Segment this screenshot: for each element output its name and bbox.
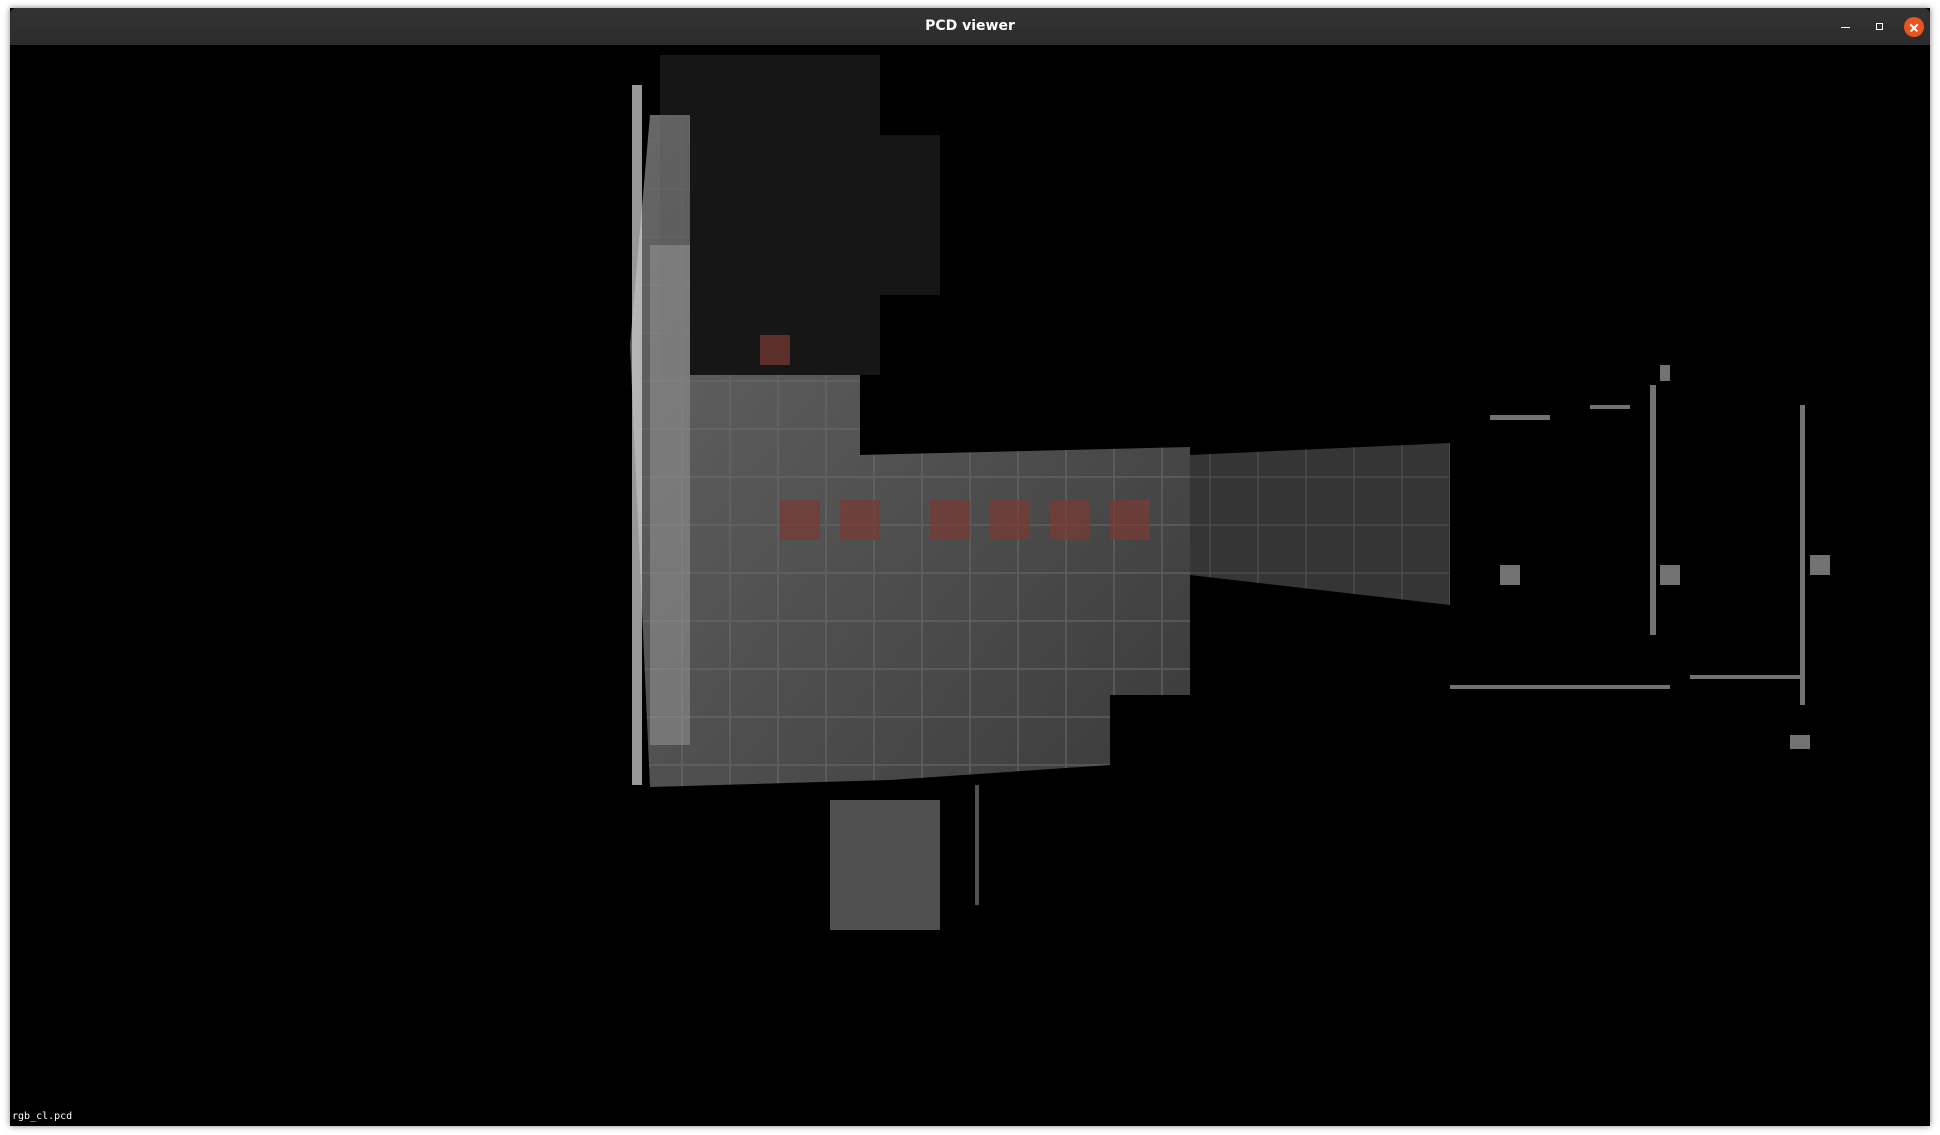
maximize-icon[interactable] [1870,17,1890,37]
window-title: PCD viewer [925,18,1015,34]
pcd-viewer-window: PCD viewer rgb_cl.pcd [10,8,1930,1126]
close-icon[interactable] [1904,17,1924,37]
point-cloud-upper-corridor [660,55,940,375]
title-bar[interactable]: PCD viewer [10,8,1930,46]
minimize-icon[interactable] [1836,17,1856,37]
point-cloud-lower-annex [830,785,979,930]
overlay-filename: rgb_cl.pcd [12,1111,73,1122]
point-cloud-viewport[interactable]: rgb_cl.pcd [10,45,1930,1126]
point-cloud-right-corridor [1190,365,1830,749]
point-cloud-render [630,55,1830,930]
